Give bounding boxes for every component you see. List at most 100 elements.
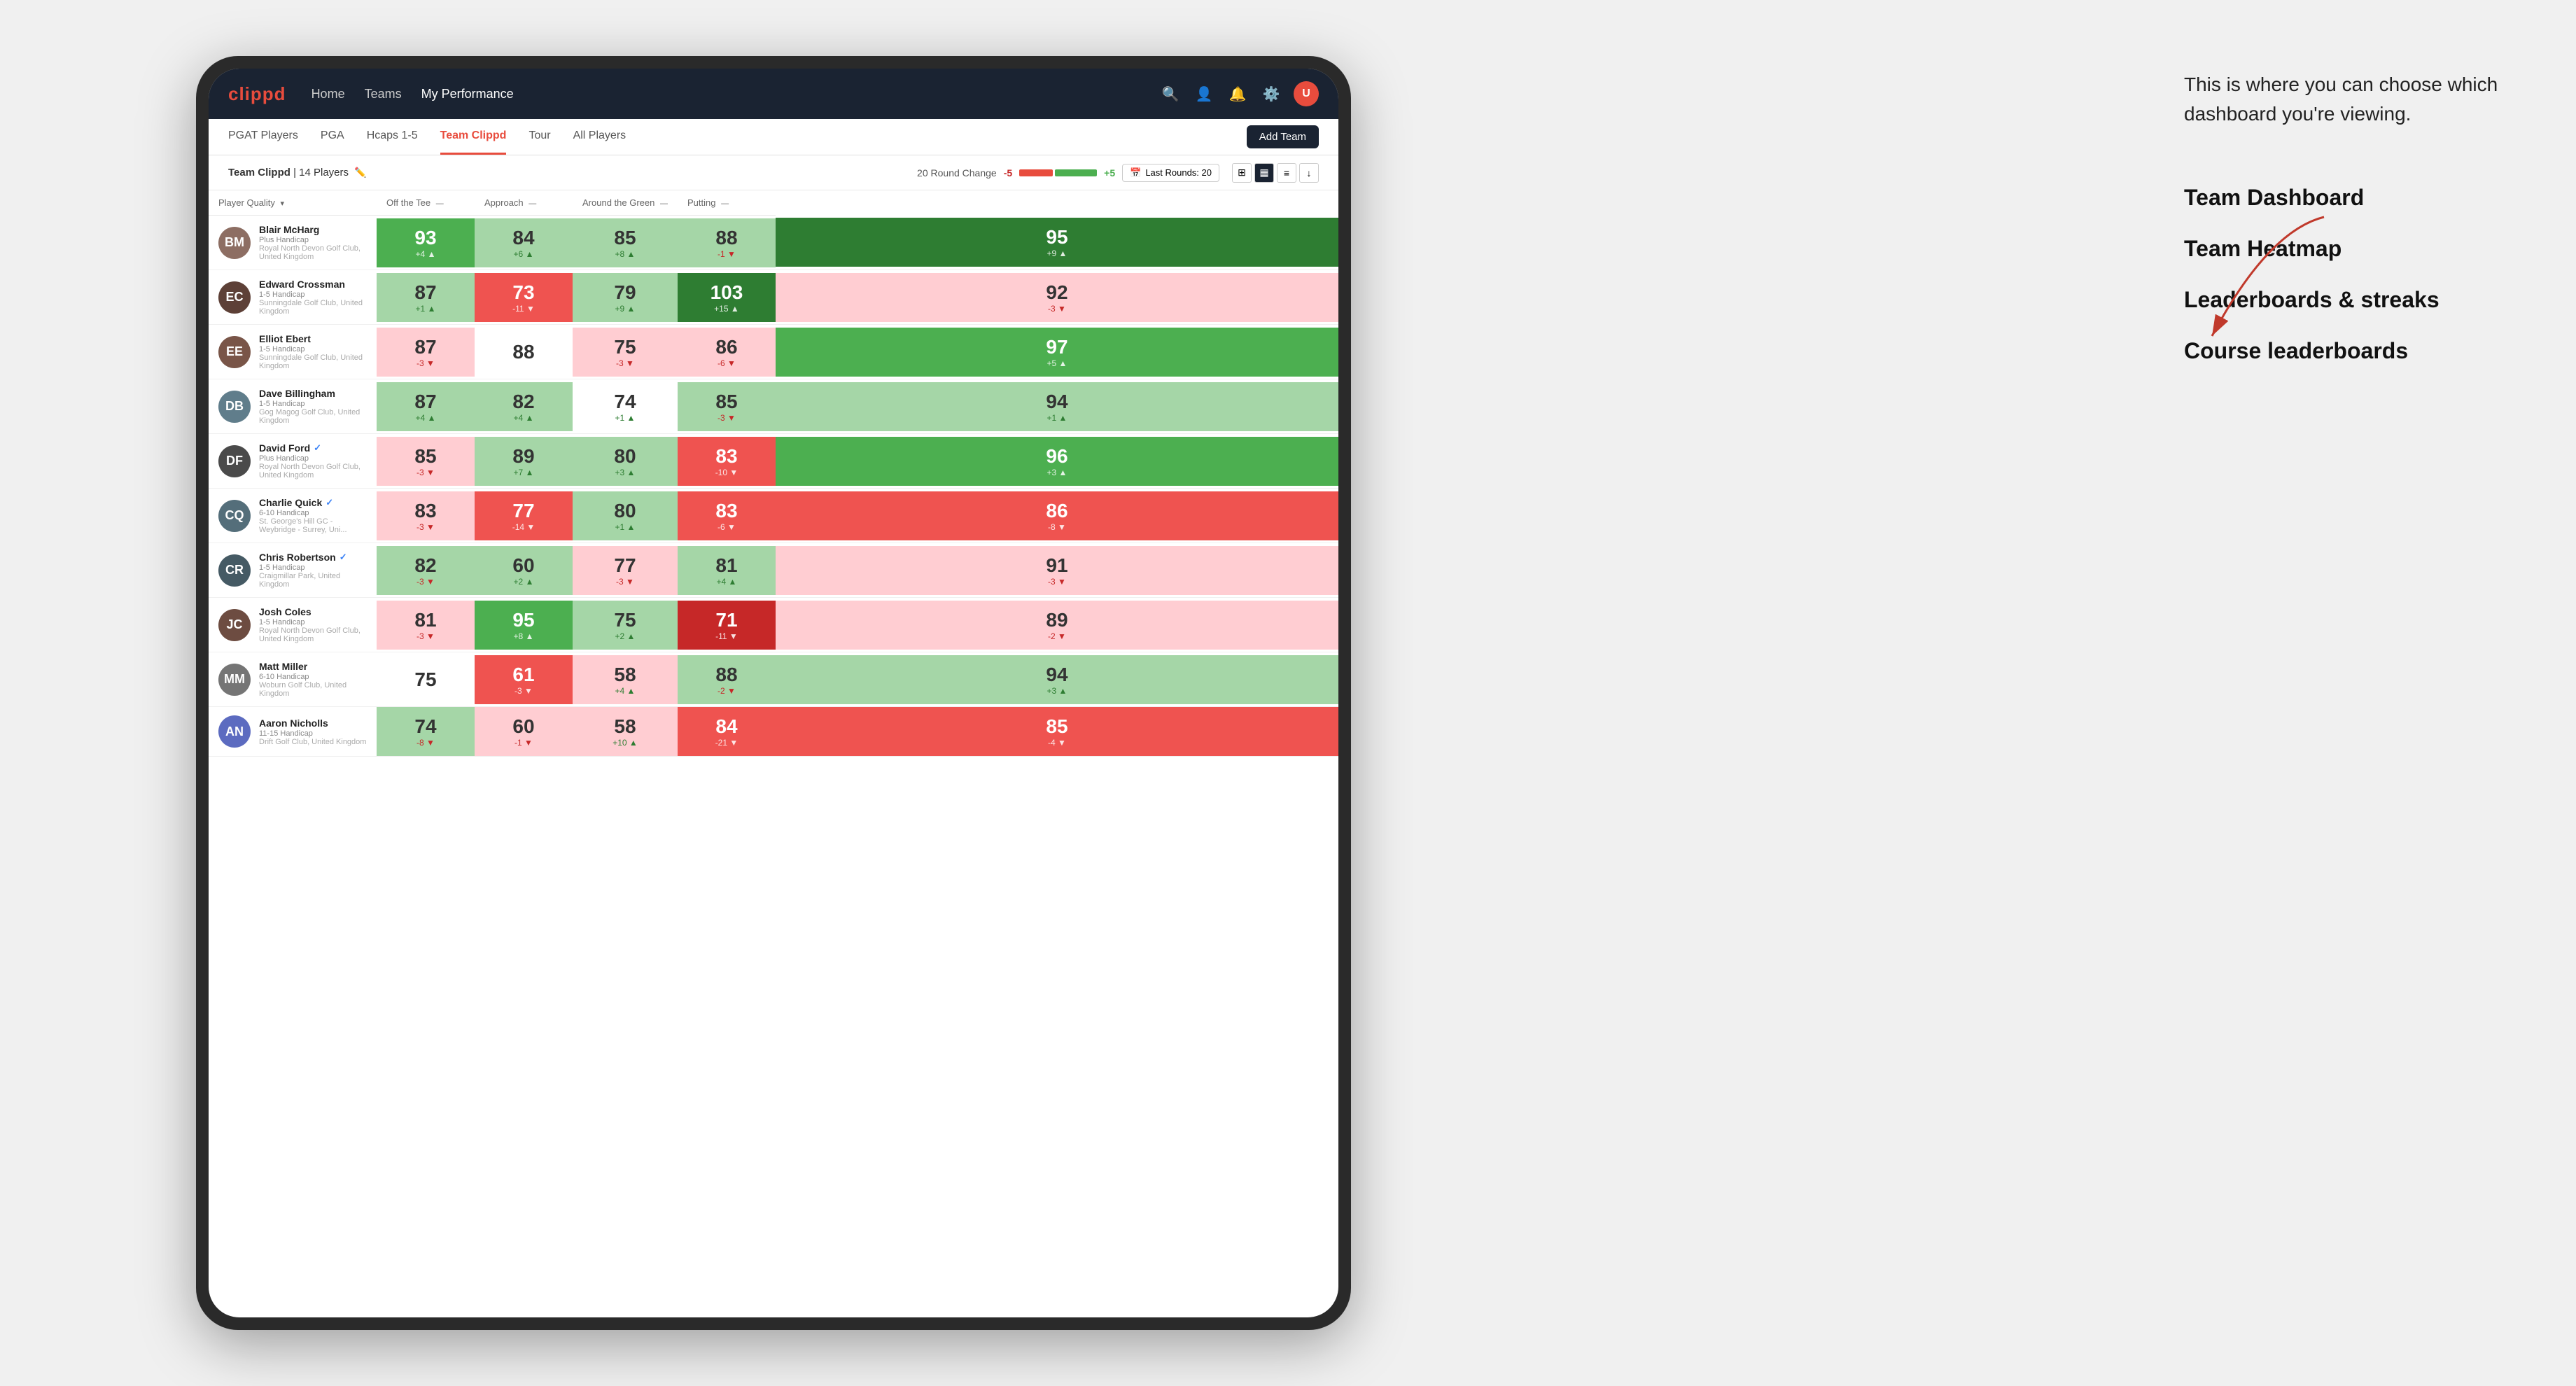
subnav-tour[interactable]: Tour bbox=[528, 119, 550, 155]
user-icon[interactable]: 👤 bbox=[1193, 83, 1215, 105]
table-header-row: Player Quality ▾ Off the Tee — Approach … bbox=[209, 190, 1338, 216]
player-name: David Ford ✓ bbox=[259, 442, 367, 454]
table-body: BM Blair McHarg Plus Handicap Royal Nort… bbox=[209, 216, 1338, 757]
score-number: 74 bbox=[614, 391, 636, 413]
table-row[interactable]: DB Dave Billingham 1-5 Handicap Gog Mago… bbox=[209, 379, 1338, 434]
score-cell: 93 +4 ▲ bbox=[377, 216, 475, 270]
score-delta: -21 ▼ bbox=[715, 738, 738, 748]
table-container: Player Quality ▾ Off the Tee — Approach … bbox=[209, 190, 1338, 1317]
table-row[interactable]: BM Blair McHarg Plus Handicap Royal Nort… bbox=[209, 216, 1338, 270]
subnav-pgat[interactable]: PGAT Players bbox=[228, 119, 298, 155]
export-button[interactable]: ↓ bbox=[1299, 163, 1319, 183]
score-box: 97 +5 ▲ bbox=[776, 328, 1338, 377]
nav-link-home[interactable]: Home bbox=[312, 87, 345, 102]
score-box: 88 -2 ▼ bbox=[678, 655, 776, 704]
settings-icon[interactable]: ⚙️ bbox=[1260, 83, 1282, 105]
subnav-allplayers[interactable]: All Players bbox=[573, 119, 626, 155]
table-row[interactable]: MM Matt Miller 6-10 Handicap Woburn Golf… bbox=[209, 652, 1338, 707]
score-box: 94 +1 ▲ bbox=[776, 382, 1338, 431]
search-icon[interactable]: 🔍 bbox=[1159, 83, 1182, 105]
tablet-screen: clippd Home Teams My Performance 🔍 👤 🔔 ⚙… bbox=[209, 69, 1338, 1317]
score-cell: 80 +1 ▲ bbox=[573, 489, 678, 543]
score-number: 82 bbox=[414, 554, 436, 577]
score-delta: -3 ▼ bbox=[416, 522, 435, 532]
score-delta: -3 ▼ bbox=[616, 577, 634, 587]
tooltip-text: This is where you can choose which dashb… bbox=[2184, 70, 2534, 129]
score-box: 71 -11 ▼ bbox=[678, 601, 776, 650]
table-row[interactable]: CR Chris Robertson ✓ 1-5 Handicap Craigm… bbox=[209, 543, 1338, 598]
score-delta: +9 ▲ bbox=[1047, 248, 1068, 258]
score-box: 82 +4 ▲ bbox=[475, 382, 573, 431]
score-number: 81 bbox=[715, 554, 737, 577]
score-delta: +2 ▲ bbox=[514, 577, 534, 587]
score-number: 61 bbox=[512, 664, 534, 686]
score-number: 71 bbox=[715, 609, 737, 631]
score-box: 77 -14 ▼ bbox=[475, 491, 573, 540]
score-cell: 85 -4 ▼ bbox=[776, 707, 1338, 757]
score-box: 89 -2 ▼ bbox=[776, 601, 1338, 650]
score-number: 88 bbox=[715, 227, 737, 249]
nav-link-myperformance[interactable]: My Performance bbox=[421, 87, 514, 102]
score-delta: -1 ▼ bbox=[718, 249, 736, 259]
last-rounds-label: Last Rounds: 20 bbox=[1145, 167, 1212, 178]
add-team-button[interactable]: Add Team bbox=[1247, 125, 1319, 148]
score-number: 58 bbox=[614, 715, 636, 738]
score-box: 85 +8 ▲ bbox=[573, 218, 678, 267]
pos-label: +5 bbox=[1104, 167, 1115, 178]
avatar: CR bbox=[218, 554, 251, 587]
score-number: 77 bbox=[614, 554, 636, 577]
table-row[interactable]: EE Elliot Ebert 1-5 Handicap Sunningdale… bbox=[209, 325, 1338, 379]
score-cell: 83 -10 ▼ bbox=[678, 434, 776, 489]
player-club: Woburn Golf Club, United Kingdom bbox=[259, 681, 367, 698]
score-cell: 91 -3 ▼ bbox=[776, 543, 1338, 598]
sort-arrow-approach: — bbox=[528, 200, 536, 208]
table-row[interactable]: AN Aaron Nicholls 11-15 Handicap Drift G… bbox=[209, 707, 1338, 757]
score-cell: 95 +9 ▲ bbox=[776, 216, 1338, 270]
player-club: St. George's Hill GC - Weybridge - Surre… bbox=[259, 517, 367, 534]
heatmap-view-button[interactable]: ▦ bbox=[1254, 163, 1274, 183]
table-row[interactable]: JC Josh Coles 1-5 Handicap Royal North D… bbox=[209, 598, 1338, 652]
subnav-teamclippd[interactable]: Team Clippd bbox=[440, 119, 507, 155]
avatar: AN bbox=[218, 715, 251, 748]
score-cell: 71 -11 ▼ bbox=[678, 598, 776, 652]
nav-link-teams[interactable]: Teams bbox=[365, 87, 402, 102]
nav-icons: 🔍 👤 🔔 ⚙️ U bbox=[1159, 81, 1319, 106]
subnav-pga[interactable]: PGA bbox=[321, 119, 344, 155]
score-number: 84 bbox=[715, 715, 737, 738]
score-box: 89 +7 ▲ bbox=[475, 437, 573, 486]
player-info: Edward Crossman 1-5 Handicap Sunningdale… bbox=[259, 279, 367, 316]
player-handicap: 1-5 Handicap bbox=[259, 345, 367, 354]
score-delta: +1 ▲ bbox=[1047, 413, 1068, 423]
list-view-button[interactable]: ≡ bbox=[1277, 163, 1296, 183]
avatar[interactable]: U bbox=[1294, 81, 1319, 106]
avatar: JC bbox=[218, 609, 251, 641]
score-number: 97 bbox=[1046, 336, 1068, 358]
edit-icon[interactable]: ✏️ bbox=[354, 167, 366, 178]
score-cell: 95 +8 ▲ bbox=[475, 598, 573, 652]
table-row[interactable]: CQ Charlie Quick ✓ 6-10 Handicap St. Geo… bbox=[209, 489, 1338, 543]
score-box: 83 -3 ▼ bbox=[377, 491, 475, 540]
score-number: 77 bbox=[512, 500, 534, 522]
score-delta: -14 ▼ bbox=[512, 522, 536, 532]
last-rounds-button[interactable]: 📅 Last Rounds: 20 bbox=[1122, 164, 1219, 182]
score-number: 92 bbox=[1046, 281, 1068, 304]
grid-view-button[interactable]: ⊞ bbox=[1232, 163, 1252, 183]
score-number: 85 bbox=[1046, 715, 1068, 738]
score-number: 87 bbox=[414, 281, 436, 304]
score-cell: 81 +4 ▲ bbox=[678, 543, 776, 598]
subnav-hcaps[interactable]: Hcaps 1-5 bbox=[367, 119, 418, 155]
score-box: 61 -3 ▼ bbox=[475, 655, 573, 704]
bell-icon[interactable]: 🔔 bbox=[1226, 83, 1249, 105]
dashboard-option: Team Dashboard bbox=[2184, 185, 2534, 211]
score-delta: -3 ▼ bbox=[616, 358, 634, 368]
score-box: 86 -8 ▼ bbox=[776, 491, 1338, 540]
score-cell: 81 -3 ▼ bbox=[377, 598, 475, 652]
table-row[interactable]: EC Edward Crossman 1-5 Handicap Sunningd… bbox=[209, 270, 1338, 325]
score-number: 75 bbox=[414, 668, 436, 691]
table-row[interactable]: DF David Ford ✓ Plus Handicap Royal Nort… bbox=[209, 434, 1338, 489]
score-cell: 74 -8 ▼ bbox=[377, 707, 475, 757]
score-delta: -3 ▼ bbox=[514, 686, 533, 696]
avatar: EE bbox=[218, 336, 251, 368]
score-box: 80 +3 ▲ bbox=[573, 437, 678, 486]
player-cell: MM Matt Miller 6-10 Handicap Woburn Golf… bbox=[209, 652, 377, 707]
